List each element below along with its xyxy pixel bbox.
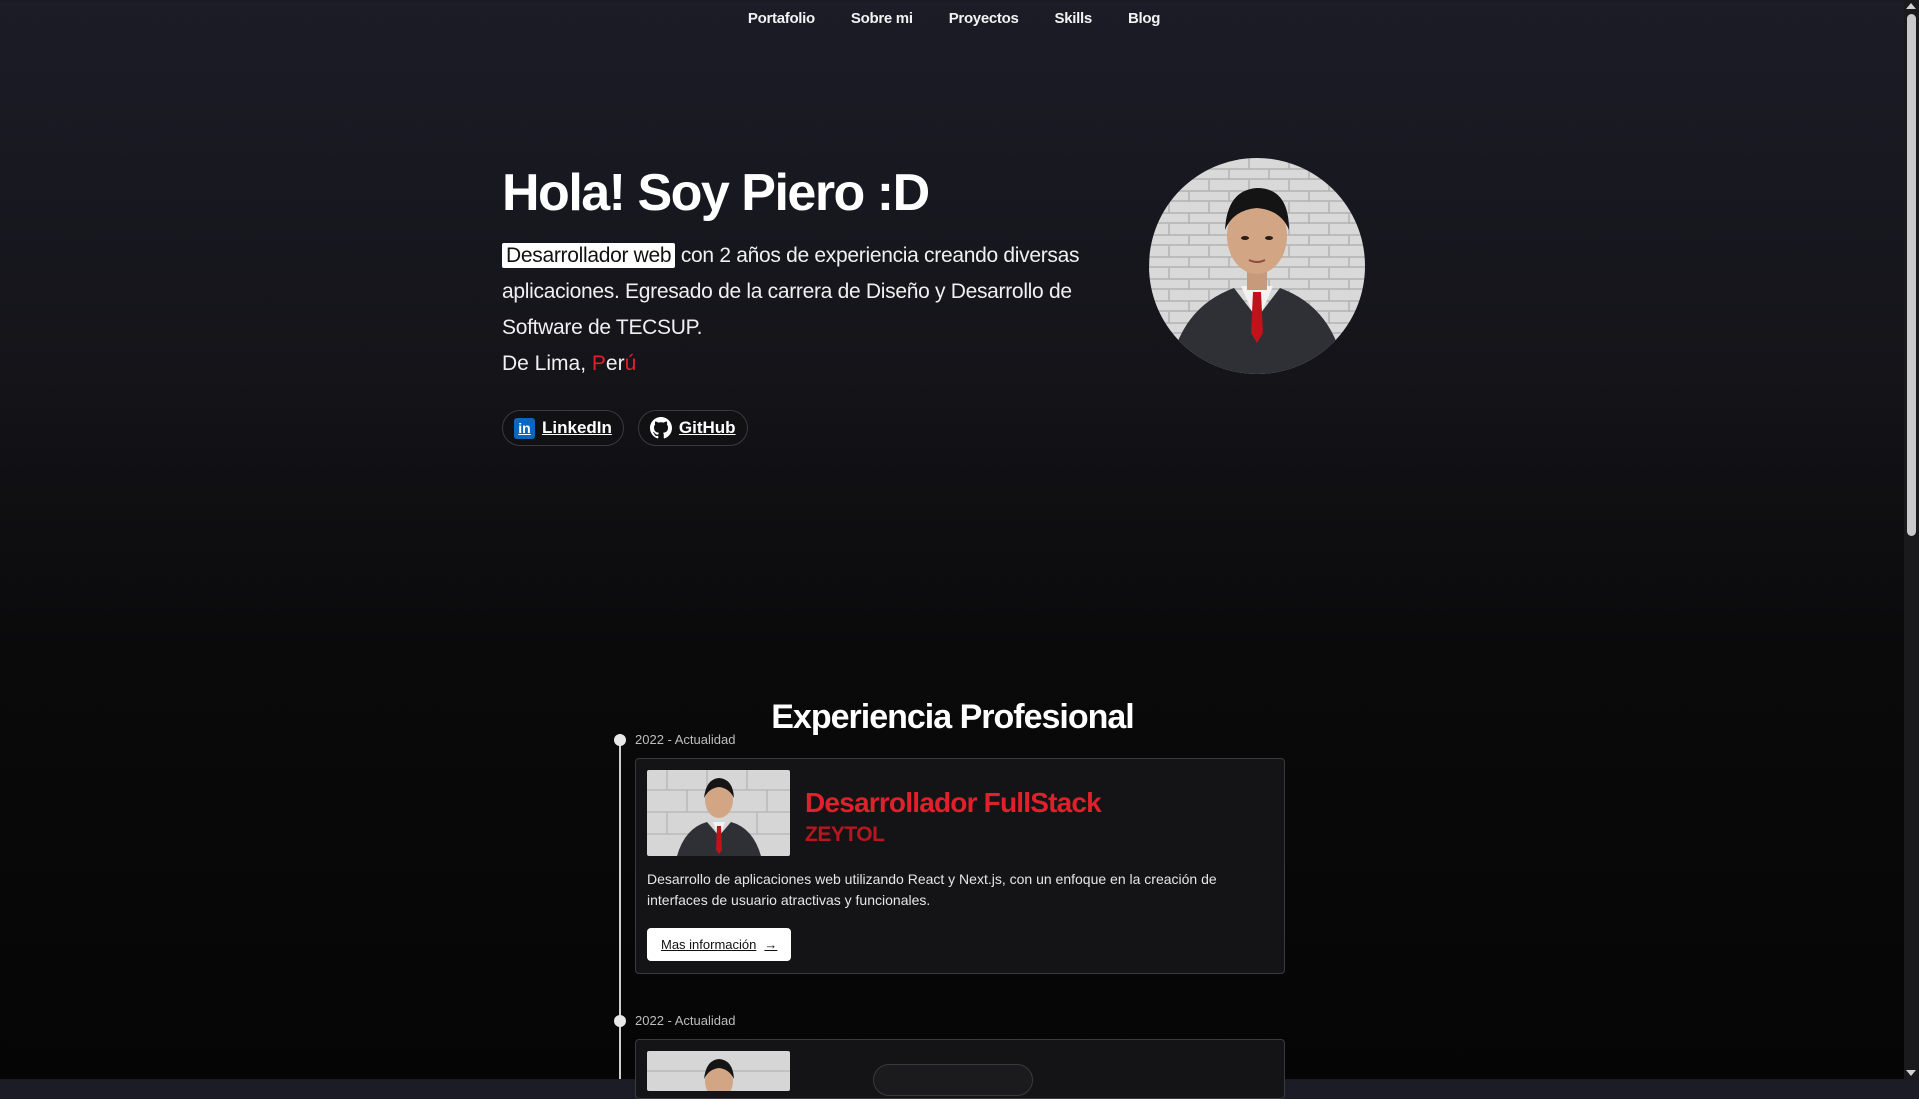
scroll-thumb[interactable] <box>1907 14 1916 536</box>
experience-thumbnail <box>647 1051 790 1091</box>
nav-skills[interactable]: Skills <box>1055 10 1093 27</box>
location-country-er: er <box>605 352 625 375</box>
timeline-dot <box>614 1015 626 1027</box>
scrollbar[interactable] <box>1904 0 1919 1079</box>
hero-section: Hola! Soy Piero :D Desarrollador web con… <box>502 160 1082 446</box>
experience-date: 2022 - Actualidad <box>635 1013 736 1028</box>
social-links: in LinkedIn GitHub <box>502 410 1082 446</box>
github-icon <box>649 417 672 439</box>
location-country-u: ú <box>624 352 637 375</box>
github-button[interactable]: GitHub <box>637 410 748 446</box>
linkedin-icon: in <box>514 417 535 439</box>
linkedin-button[interactable]: in LinkedIn <box>502 410 624 446</box>
experience-role: Desarrollador FullStack <box>805 787 1102 818</box>
scroll-down-icon[interactable] <box>1906 1070 1916 1076</box>
nav-proyectos[interactable]: Proyectos <box>949 10 1019 27</box>
role-highlight: Desarrollador web <box>502 243 676 268</box>
experience-title: Experiencia Profesional <box>771 698 1135 737</box>
experience-card: Desarrollador FullStack ZEYTOL Desarroll… <box>635 758 1285 974</box>
timeline-line <box>619 734 621 1079</box>
experience-company: ZEYTOL <box>805 823 885 846</box>
profile-avatar <box>1149 158 1365 374</box>
nav-blog[interactable]: Blog <box>1128 10 1160 27</box>
experience-thumbnail <box>647 770 790 856</box>
timeline-dot <box>614 734 626 746</box>
hero-intro: Desarrollador web con 2 años de experien… <box>502 238 1082 346</box>
location-country-p: P <box>591 352 606 375</box>
arrow-right-icon: → <box>764 937 778 952</box>
nav-sobre-mi[interactable]: Sobre mi <box>851 10 913 27</box>
linkedin-label: LinkedIn <box>542 418 612 437</box>
nav-portafolio[interactable]: Portafolio <box>748 10 815 27</box>
top-nav: Portafolio Sobre mi Proyectos Skills Blo… <box>0 10 1908 27</box>
github-label: GitHub <box>678 418 736 437</box>
scroll-up-icon[interactable] <box>1906 3 1916 9</box>
experience-description: Desarrollo de aplicaciones web utilizand… <box>647 871 1217 908</box>
hero-title: Hola! Soy Piero :D <box>502 164 930 222</box>
floating-toolbar[interactable] <box>873 1064 1033 1096</box>
experience-date: 2022 - Actualidad <box>635 732 736 747</box>
location-line: De Lima, Perú <box>502 346 1082 382</box>
more-info-label: Mas información <box>661 937 757 952</box>
more-info-button[interactable]: Mas información → <box>647 928 792 961</box>
location-prefix: De Lima, <box>502 352 592 375</box>
